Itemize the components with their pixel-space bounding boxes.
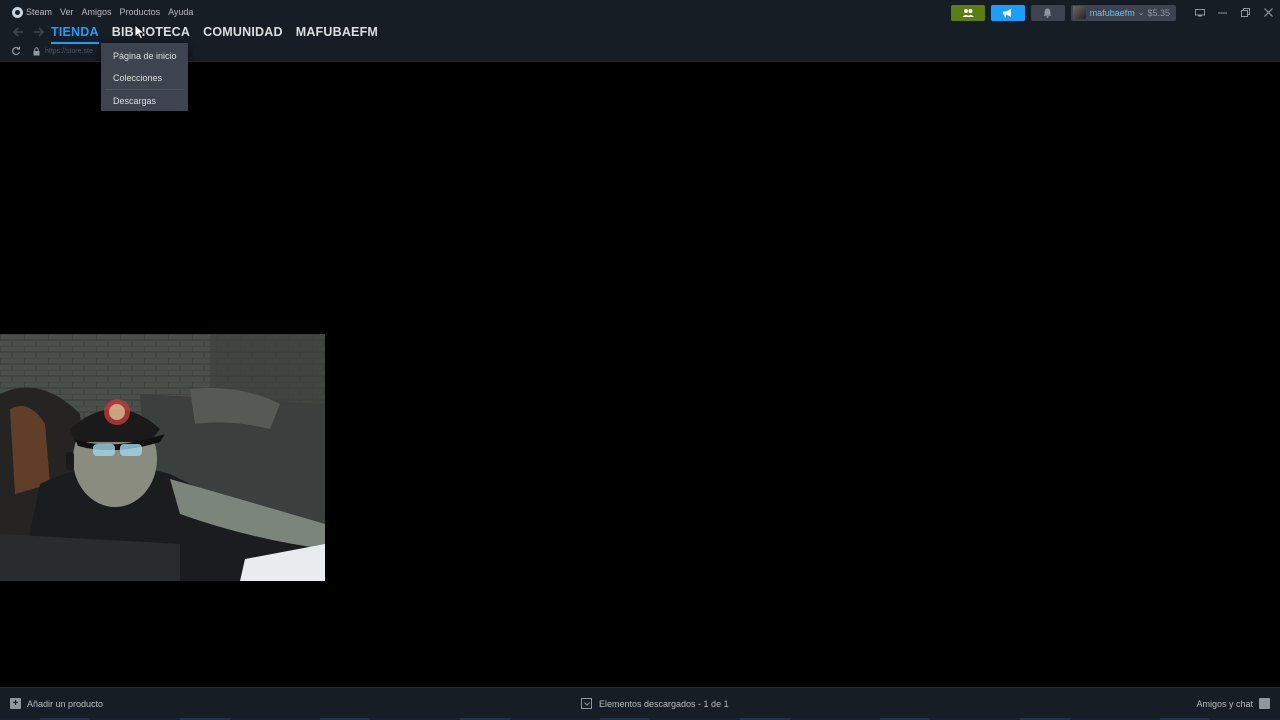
friends-icon bbox=[962, 8, 974, 17]
webcam-video-frame bbox=[0, 334, 325, 581]
steam-client-window: Steam Ver Amigos Productos Ayuda mafubae… bbox=[0, 0, 1280, 720]
friends-chat-button[interactable]: Amigos y chat bbox=[1196, 698, 1270, 709]
arrow-right-icon bbox=[33, 27, 44, 37]
bell-icon bbox=[1043, 8, 1052, 18]
biblioteca-dropdown-menu: Página de inicio Colecciones Descargas bbox=[101, 43, 188, 111]
add-product-label: Añadir un producto bbox=[27, 698, 104, 709]
monitor-icon bbox=[1194, 8, 1205, 16]
title-bar: Steam Ver Amigos Productos Ayuda mafubae… bbox=[0, 0, 1280, 62]
tab-tienda[interactable]: TIENDA bbox=[51, 23, 99, 44]
tab-profile[interactable]: MAFUBAEFM bbox=[296, 23, 378, 41]
friends-chat-label: Amigos y chat bbox=[1196, 698, 1253, 709]
downloads-status-label: Elementos descargados - 1 de 1 bbox=[599, 698, 729, 709]
url-bar: https://store.ste bbox=[10, 44, 93, 58]
tab-biblioteca[interactable]: BIBLIOTECA bbox=[112, 23, 190, 41]
download-icon bbox=[581, 698, 592, 709]
account-menu[interactable]: mafubaefm ⌄ $5.35 bbox=[1070, 4, 1176, 21]
tab-comunidad[interactable]: COMUNIDAD bbox=[203, 23, 283, 41]
friends-button[interactable] bbox=[950, 4, 985, 21]
top-right-controls: mafubaefm ⌄ $5.35 bbox=[950, 4, 1280, 21]
forward-button[interactable] bbox=[28, 23, 48, 41]
megaphone-icon bbox=[1002, 8, 1011, 17]
restore-button[interactable] bbox=[1234, 5, 1257, 21]
mouse-cursor-icon bbox=[134, 24, 146, 40]
restore-icon bbox=[1241, 8, 1250, 17]
chat-icon bbox=[1259, 698, 1270, 709]
wallet-balance: $5.35 bbox=[1147, 7, 1170, 18]
dropdown-item-collections[interactable]: Colecciones bbox=[101, 67, 188, 89]
menu-bar: Steam Ver Amigos Productos Ayuda bbox=[8, 4, 197, 20]
minimize-icon bbox=[1218, 12, 1227, 13]
plus-icon: + bbox=[10, 698, 21, 709]
url-text[interactable]: https://store.ste bbox=[45, 48, 93, 55]
status-bar: + Añadir un producto Elementos descargad… bbox=[0, 687, 1280, 720]
close-icon bbox=[1264, 8, 1273, 17]
menu-ayuda[interactable]: Ayuda bbox=[164, 4, 197, 20]
notifications-button[interactable] bbox=[1030, 4, 1065, 21]
close-button[interactable] bbox=[1257, 5, 1280, 21]
chevron-down-icon: ⌄ bbox=[1137, 8, 1145, 17]
webcam-overlay bbox=[0, 334, 325, 581]
navigation-row: TIENDA BIBLIOTECA COMUNIDAD MAFUBAEFM bbox=[8, 22, 391, 44]
avatar bbox=[1072, 6, 1086, 19]
steam-logo-icon bbox=[12, 6, 23, 18]
reload-icon[interactable] bbox=[10, 45, 22, 57]
dropdown-item-home[interactable]: Página de inicio bbox=[101, 45, 188, 67]
menu-steam-label: Steam bbox=[26, 7, 53, 17]
add-product-button[interactable]: + Añadir un producto bbox=[10, 698, 103, 709]
menu-amigos[interactable]: Amigos bbox=[78, 4, 116, 20]
downloads-status-button[interactable]: Elementos descargados - 1 de 1 bbox=[581, 698, 729, 709]
menu-ver[interactable]: Ver bbox=[56, 4, 78, 20]
big-picture-button[interactable] bbox=[1188, 5, 1211, 21]
arrow-left-icon bbox=[12, 27, 23, 37]
lock-icon bbox=[31, 45, 41, 57]
menu-steam[interactable]: Steam bbox=[8, 4, 56, 20]
dropdown-item-downloads[interactable]: Descargas bbox=[101, 90, 188, 112]
main-tabs: TIENDA BIBLIOTECA COMUNIDAD MAFUBAEFM bbox=[51, 23, 391, 44]
announcements-button[interactable] bbox=[990, 4, 1025, 21]
account-username: mafubaefm bbox=[1089, 7, 1135, 18]
menu-productos[interactable]: Productos bbox=[116, 4, 165, 20]
minimize-button[interactable] bbox=[1211, 5, 1234, 21]
back-button[interactable] bbox=[8, 23, 28, 41]
